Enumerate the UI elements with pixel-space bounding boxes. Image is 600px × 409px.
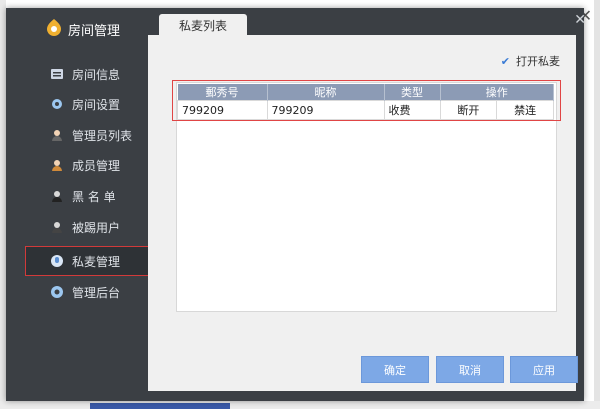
table-highlight-box [172, 80, 561, 121]
cancel-button[interactable]: 取消 [436, 356, 504, 383]
sidebar-item-label: 成员管理 [72, 158, 121, 173]
sidebar-item-label: 被踢用户 [72, 220, 121, 235]
kicked-user-icon [50, 220, 64, 234]
member-icon [50, 158, 64, 172]
sidebar-item-kicked-users[interactable]: 被踢用户 [26, 213, 152, 241]
admin-user-icon [50, 128, 64, 142]
sidebar-item-member-management[interactable]: 成员管理 [26, 151, 152, 179]
background-right-strip [594, 0, 600, 409]
gear-icon [50, 97, 64, 111]
list-icon [50, 67, 64, 81]
sidebar-item-blacklist[interactable]: 黑 名 单 [26, 182, 152, 210]
sidebar-item-room-settings[interactable]: 房间设置 [26, 90, 152, 118]
open-private-mic-label: 打开私麦 [516, 55, 560, 68]
tab-private-mic-list[interactable]: 私麦列表 [159, 14, 247, 37]
sidebar: 房间管理 房间信息 房间设置 管理员列表 成员管理 黑 名 单 被踢用户 私麦管… [6, 8, 154, 401]
background-bottom-strip [0, 401, 600, 409]
backend-icon [50, 285, 64, 299]
sidebar-item-label: 管理员列表 [72, 128, 133, 143]
background-blue-segment [90, 403, 230, 409]
checkmark-icon: ✔ [500, 54, 510, 68]
blacklist-user-icon [50, 189, 64, 203]
sidebar-item-label: 黑 名 单 [72, 189, 116, 204]
apply-button[interactable]: 应用 [510, 356, 578, 383]
sidebar-item-label: 房间信息 [72, 67, 121, 82]
close-icon[interactable]: ✕ [574, 12, 586, 28]
sidebar-item-admin-backend[interactable]: 管理后台 [26, 278, 152, 306]
sidebar-item-label: 私麦管理 [72, 254, 121, 269]
app-logo-icon [47, 19, 61, 36]
private-mic-icon [50, 254, 64, 268]
confirm-button[interactable]: 确定 [361, 356, 429, 383]
sidebar-item-private-mic[interactable]: 私麦管理 [25, 246, 153, 276]
sidebar-item-label: 房间设置 [72, 97, 121, 112]
open-private-mic-checkbox[interactable]: ✔ 打开私麦 [501, 53, 560, 69]
sidebar-item-label: 管理后台 [72, 285, 121, 300]
app-title: 房间管理 [68, 24, 121, 39]
sidebar-item-room-info[interactable]: 房间信息 [26, 60, 152, 88]
sidebar-item-admin-list[interactable]: 管理员列表 [26, 121, 152, 149]
